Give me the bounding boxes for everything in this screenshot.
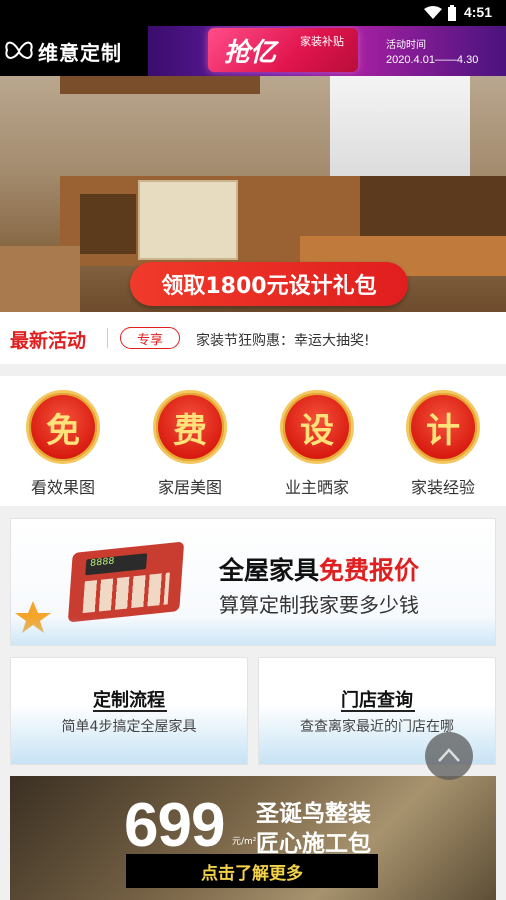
feature-label: 家居美图 <box>157 478 222 497</box>
wifi-icon <box>424 6 442 19</box>
feature-owner-showcase[interactable]: 设 业主晒家 <box>262 388 372 498</box>
package-price: 699 <box>124 791 225 860</box>
free-quote-banner[interactable]: 8888 全屋家具免费报价 算算定制我家要多少钱 <box>10 518 496 646</box>
butterfly-logo-icon <box>5 41 33 59</box>
feature-badge-icon: 设 <box>280 390 354 464</box>
clock: 4:51 <box>463 4 492 20</box>
card-subtitle: 简单4步搞定全屋家具 <box>61 719 197 735</box>
card-subtitle: 查查离家最近的门店在哪 <box>300 719 454 735</box>
quote-subheadline: 算算定制我家要多少钱 <box>219 593 419 617</box>
package-title: 圣诞鸟整装 <box>256 801 371 827</box>
app-header: 维意定制 抢亿 家装补贴 活动时间 2020.4.01——4.30 <box>0 26 506 76</box>
feature-label: 看效果图 <box>30 478 95 497</box>
feature-label: 家装经验 <box>410 478 475 497</box>
promo-card: 抢亿 家装补贴 <box>208 28 358 72</box>
status-bar: 4:51 <box>0 0 506 26</box>
feature-effect-images[interactable]: 免 看效果图 <box>8 388 118 498</box>
feature-badge-icon: 免 <box>26 390 100 464</box>
feature-label: 业主晒家 <box>284 478 349 497</box>
news-title: 最新活动 <box>10 330 87 352</box>
hero-banner[interactable]: 领取1800元设计礼包 <box>0 76 506 312</box>
promo-subtext: 家装补贴 <box>300 35 344 48</box>
feature-home-gallery[interactable]: 费 家居美图 <box>135 388 245 498</box>
hero-shelf-decor <box>80 194 136 254</box>
feature-badge-icon: 计 <box>406 390 480 464</box>
custom-process-card[interactable]: 定制流程 简单4步搞定全屋家具 <box>10 657 248 765</box>
divider <box>107 328 108 348</box>
app-screen: 4:51 维意定制 抢亿 家装补贴 活动时间 2020.4.01——4.30 领… <box>0 0 506 900</box>
feature-decor-tips[interactable]: 计 家装经验 <box>388 388 498 498</box>
card-title: 门店查询 <box>341 690 413 711</box>
promo-banner[interactable]: 抢亿 家装补贴 活动时间 2020.4.01——4.30 <box>148 26 506 76</box>
card-title: 定制流程 <box>93 690 165 711</box>
package-subtitle: 匠心施工包 <box>256 831 371 857</box>
news-text[interactable]: 家装节狂购惠：幸运大抽奖! <box>196 330 370 350</box>
design-gift-button[interactable]: 领取1800元设计礼包 <box>130 262 408 306</box>
feature-grid: 免 看效果图 费 家居美图 设 业主晒家 计 家装经验 <box>0 376 506 506</box>
hero-cabinet-decor <box>60 76 260 94</box>
news-ticker[interactable]: 最新活动 专享 家装节狂购惠：幸运大抽奖! <box>0 312 506 364</box>
brand-logo[interactable]: 维意定制 <box>4 36 122 66</box>
exclusive-badge: 专享 <box>120 327 180 349</box>
quote-headline: 全屋家具免费报价 <box>219 556 420 585</box>
app-name: 维意定制 <box>38 40 122 65</box>
promo-headline: 抢亿 <box>224 38 277 68</box>
scroll-to-top-button[interactable] <box>425 732 473 780</box>
chevron-up-icon <box>438 748 460 762</box>
calculator-icon: 8888 <box>67 541 185 623</box>
battery-icon <box>448 5 456 21</box>
promo-date-label: 活动时间 <box>386 40 426 51</box>
feature-badge-icon: 费 <box>153 390 227 464</box>
package-promo-banner[interactable]: 699 元/m² 圣诞鸟整装 匠心施工包 点击了解更多 <box>10 776 496 900</box>
hero-drawers-decor <box>138 180 238 260</box>
promo-date-range: 2020.4.01——4.30 <box>386 54 479 66</box>
hero-window-decor <box>330 76 470 176</box>
learn-more-button[interactable]: 点击了解更多 <box>126 854 378 888</box>
price-unit: 元/m² <box>232 837 257 847</box>
hero-left-decor <box>0 246 80 312</box>
